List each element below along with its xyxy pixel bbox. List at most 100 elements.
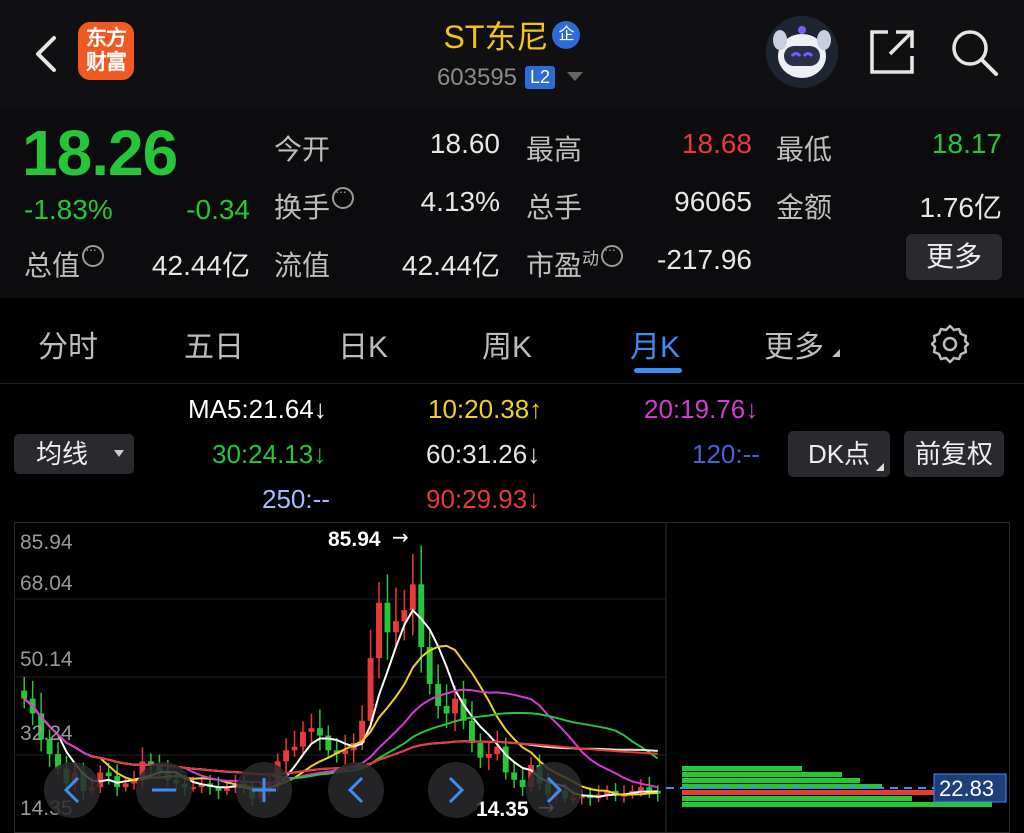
logo-text-top: 东方 bbox=[86, 27, 127, 50]
info-icon[interactable] bbox=[82, 241, 105, 267]
ma5-value: MA5:21.64↓ bbox=[188, 394, 327, 424]
high-label: 最高 bbox=[526, 134, 583, 165]
info-icon[interactable] bbox=[332, 183, 355, 209]
pe-label[interactable]: 市盈动 bbox=[526, 241, 624, 284]
candle-body bbox=[300, 731, 306, 747]
period-tabs: 分时 五日 日K 周K 月K 更多 bbox=[0, 298, 1024, 384]
ma10-value: 10:20.38↑ bbox=[428, 394, 543, 424]
chip-bar bbox=[682, 778, 860, 783]
candle-body bbox=[468, 720, 475, 743]
low-label: 最低 bbox=[776, 134, 833, 165]
volume-value: 96065 bbox=[674, 186, 752, 217]
candle-body bbox=[519, 779, 526, 788]
total-cap-label-text: 总值 bbox=[24, 250, 81, 281]
min-price-marker: 14.35 bbox=[476, 798, 529, 821]
candle-body bbox=[367, 658, 374, 721]
float-cap-label: 流值 bbox=[274, 250, 331, 281]
pe-dynamic-sup: 动 bbox=[582, 249, 600, 269]
tab-weekly-k[interactable]: 周K bbox=[482, 322, 532, 366]
candle-body bbox=[443, 706, 450, 714]
dropdown-caret-icon bbox=[114, 450, 124, 457]
amount-value: 1.76亿 bbox=[919, 192, 1003, 223]
robot-assistant-avatar[interactable] bbox=[766, 16, 838, 88]
stock-name: ST东尼 bbox=[443, 19, 549, 55]
y-label-4: 32.24 bbox=[20, 722, 73, 745]
y-label-2: 68.04 bbox=[20, 572, 73, 595]
candle-body bbox=[122, 783, 129, 788]
quote-panel: 18.26 -1.83% -0.34 今开 18.60 最高 18.68 最低 … bbox=[0, 108, 1024, 298]
share-icon[interactable] bbox=[866, 26, 918, 78]
turnover-label[interactable]: 换手 bbox=[274, 183, 355, 226]
gear-icon[interactable] bbox=[928, 322, 972, 366]
chart-next-button[interactable] bbox=[428, 762, 484, 818]
tab-intraday[interactable]: 分时 bbox=[38, 322, 98, 366]
back-arrow-icon[interactable] bbox=[28, 32, 68, 76]
high-value: 18.68 bbox=[681, 128, 752, 159]
candle-body bbox=[291, 746, 298, 751]
candle-body bbox=[376, 602, 382, 659]
candle-body bbox=[21, 690, 28, 699]
low-value: 18.17 bbox=[931, 128, 1002, 159]
tab-more-label: 更多 bbox=[764, 331, 824, 364]
tab-more[interactable]: 更多 bbox=[764, 322, 840, 366]
search-icon[interactable] bbox=[948, 26, 1000, 78]
change-amount: -0.34 bbox=[186, 194, 250, 225]
forward-adjust-button[interactable]: 前复权 bbox=[904, 431, 1004, 477]
tab-five-day[interactable]: 五日 bbox=[184, 322, 244, 366]
chip-bar bbox=[682, 802, 992, 807]
tab-monthly-k[interactable]: 月K bbox=[630, 322, 680, 366]
candle-body bbox=[637, 787, 644, 791]
stock-code: 603595 bbox=[436, 64, 518, 91]
y-label-3: 50.14 bbox=[20, 648, 73, 671]
ma90-value: 90:29.93↓ bbox=[426, 484, 541, 514]
chart-scroll-right-button[interactable] bbox=[526, 762, 582, 818]
tab-daily-k[interactable]: 日K bbox=[338, 322, 388, 366]
chart-prev-button[interactable] bbox=[328, 762, 384, 818]
more-quote-button[interactable]: 更多 bbox=[906, 234, 1002, 280]
current-price: 18.26 bbox=[22, 117, 178, 189]
turnover-label-text: 换手 bbox=[274, 192, 331, 223]
candle-body bbox=[511, 772, 518, 780]
monthly-k-chart[interactable]: 85.94 68.04 50.14 32.24 14.35 85.94 → 14… bbox=[14, 522, 1010, 833]
chip-bar bbox=[682, 790, 952, 795]
dk-point-button[interactable]: DK点 bbox=[788, 431, 890, 477]
candle-body bbox=[384, 602, 391, 633]
chart-scroll-left-button[interactable] bbox=[44, 762, 100, 818]
candle-body bbox=[392, 621, 399, 633]
candle-body bbox=[308, 728, 315, 732]
corner-caret-icon bbox=[876, 463, 884, 471]
ma120-value: 120:-- bbox=[692, 439, 760, 469]
open-value: 18.60 bbox=[429, 128, 500, 159]
ma250-value: 250:-- bbox=[262, 484, 330, 514]
enterprise-badge: 企 bbox=[552, 21, 581, 49]
candle-body bbox=[485, 753, 492, 758]
chip-bar bbox=[682, 766, 802, 771]
eastmoney-logo[interactable]: 东方 财富 bbox=[78, 22, 134, 80]
pe-value: -217.96 bbox=[657, 244, 752, 275]
total-cap-label[interactable]: 总值 bbox=[24, 241, 105, 284]
candle-body bbox=[283, 750, 290, 762]
robot-icon bbox=[766, 16, 838, 88]
volume-label: 总手 bbox=[526, 192, 583, 223]
ma60-value: 60:31.26↓ bbox=[426, 439, 541, 469]
chip-bar bbox=[682, 772, 842, 777]
active-tab-indicator bbox=[634, 368, 682, 373]
ma-type-label: 均线 bbox=[36, 439, 89, 469]
max-marker-arrow: → bbox=[392, 525, 409, 549]
info-icon[interactable] bbox=[601, 241, 624, 267]
change-percent: -1.83% bbox=[24, 194, 113, 225]
pe-label-text: 市盈 bbox=[526, 250, 583, 281]
chart-zoom-out-button[interactable] bbox=[136, 762, 192, 818]
turnover-value: 4.13% bbox=[420, 186, 500, 217]
ma-type-select[interactable]: 均线 bbox=[14, 434, 134, 474]
max-price-marker: 85.94 bbox=[328, 528, 381, 551]
chart-zoom-in-button[interactable] bbox=[236, 762, 292, 818]
stock-code-selector[interactable]: 603595 L2 bbox=[400, 64, 620, 92]
stock-title[interactable]: ST东尼企 bbox=[380, 12, 644, 58]
candle-body bbox=[646, 787, 653, 791]
candle-body bbox=[502, 746, 509, 773]
dk-point-label: DK点 bbox=[807, 439, 871, 469]
total-cap-value: 42.44亿 bbox=[151, 250, 250, 281]
open-label: 今开 bbox=[274, 134, 331, 165]
candle-body bbox=[316, 728, 323, 736]
